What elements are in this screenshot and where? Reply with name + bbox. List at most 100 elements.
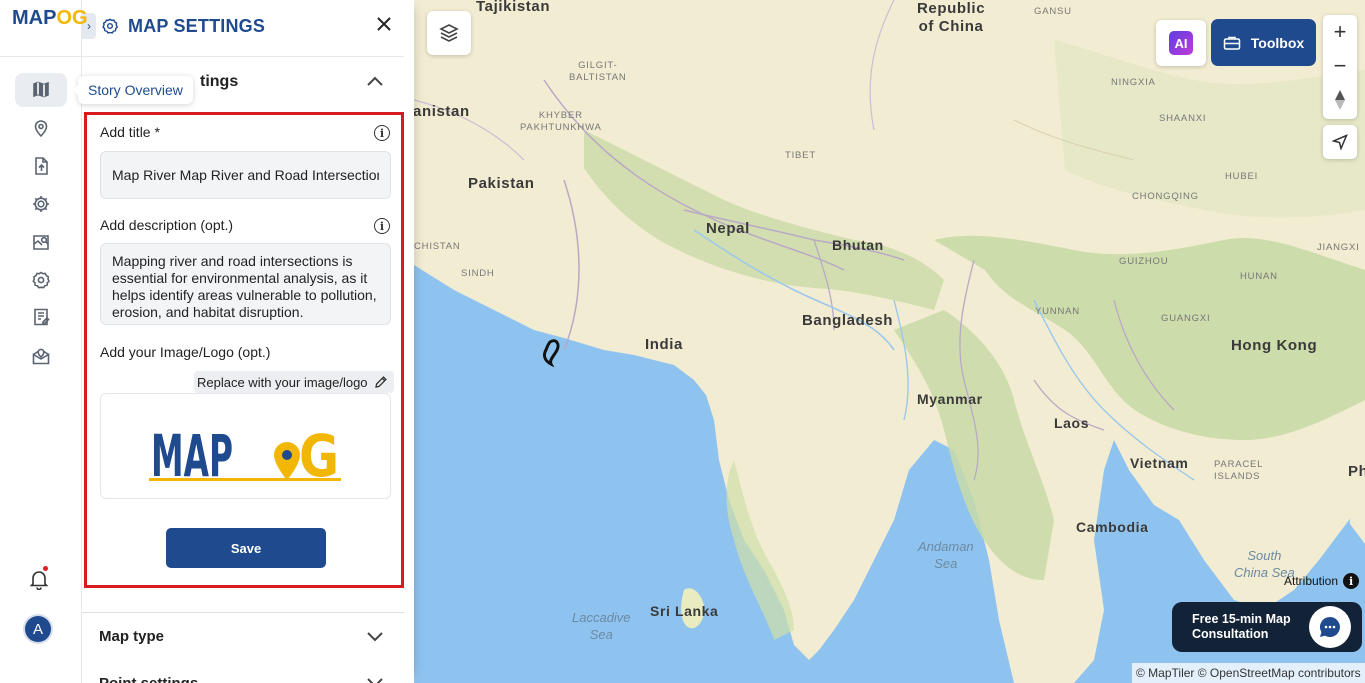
plus-icon: + — [1333, 19, 1347, 44]
point-settings-section-title[interactable]: Point settings — [99, 675, 198, 683]
map-label: GILGIT- BALTISTAN — [569, 60, 627, 83]
toolbox-label: Toolbox — [1250, 34, 1305, 51]
replace-image-button[interactable]: Replace with your image/logo — [194, 371, 394, 393]
story-overview-tooltip: Story Overview — [73, 76, 193, 104]
notification-bell-icon[interactable] — [28, 568, 50, 590]
map-label: Laos — [1054, 415, 1090, 431]
form-button[interactable] — [15, 300, 67, 334]
map-label: Andaman Sea — [918, 539, 974, 571]
user-avatar[interactable]: A — [25, 616, 51, 642]
map-label: NINGXIA — [1111, 77, 1156, 88]
mail-pin-icon — [32, 348, 50, 365]
basemap — [414, 0, 1365, 683]
briefcase-icon — [1223, 36, 1241, 50]
map-label: CHISTAN — [414, 241, 461, 252]
map-label: CHONGQING — [1132, 191, 1199, 202]
map-label: Hong Kong — [1231, 337, 1318, 354]
map-icon — [33, 81, 49, 98]
map-label: Ph — [1348, 463, 1365, 480]
map-label: JIANGXI — [1317, 242, 1360, 253]
location-button[interactable] — [15, 111, 67, 145]
description-label: Add description (opt.) — [100, 217, 234, 233]
map-settings-button[interactable] — [15, 263, 67, 297]
map-label: HUNAN — [1240, 271, 1278, 282]
map-label: Laccadive Sea — [572, 610, 631, 642]
map-label: Bhutan — [832, 237, 884, 253]
story-settings-section-title[interactable]: tings — [200, 73, 238, 91]
map-label: KHYBER PAKHTUNKHWA — [520, 110, 602, 133]
map-label: SHAANXI — [1159, 113, 1207, 124]
map-label: Bangladesh — [802, 312, 894, 329]
ai-icon: AI — [1169, 31, 1193, 55]
zoom-in-button[interactable]: + — [1323, 15, 1357, 49]
notification-dot — [43, 566, 48, 571]
file-upload-icon — [35, 157, 48, 175]
pencil-icon — [374, 376, 387, 388]
story-overview-button[interactable] — [15, 73, 67, 107]
description-input[interactable]: Mapping river and road intersections is … — [100, 243, 391, 325]
zoom-out-button[interactable]: − — [1323, 49, 1357, 83]
settings-button[interactable] — [15, 187, 67, 221]
gear-icon — [33, 196, 49, 212]
replace-image-label: Replace with your image/logo — [197, 374, 368, 390]
layers-button[interactable] — [427, 11, 471, 55]
compass-button[interactable] — [1323, 83, 1357, 117]
consultation-banner[interactable]: Free 15-min Map Consultation — [1172, 602, 1362, 652]
toolbox-button[interactable]: Toolbox — [1211, 19, 1316, 66]
app-root: MAPOG A Story Overview › MAP SETTINGS ti… — [0, 0, 1365, 683]
save-button[interactable]: Save — [166, 528, 326, 568]
map-label: Pakistan — [468, 175, 535, 192]
map-label: India — [645, 336, 684, 353]
close-icon[interactable] — [375, 15, 393, 33]
info-icon[interactable]: i — [374, 125, 390, 141]
map-label: Republic of China — [917, 0, 986, 35]
map-label: GUIZHOU — [1119, 256, 1169, 267]
map-label: Cambodia — [1076, 519, 1149, 535]
chat-bubble-icon — [1320, 617, 1340, 637]
map-gallery-button[interactable] — [15, 225, 67, 259]
story-settings-form: Add title * i Add description (opt.) i M… — [84, 112, 404, 588]
divider — [82, 612, 404, 613]
upload-button[interactable] — [15, 149, 67, 183]
chevron-down-icon[interactable] — [366, 676, 384, 683]
consultation-text: Free 15-min Map Consultation — [1192, 612, 1291, 641]
locate-button[interactable] — [1323, 125, 1357, 159]
map-label: TIBET — [785, 150, 816, 161]
location-pin-icon — [34, 120, 48, 138]
attribution-toggle[interactable]: Attribution i — [1284, 573, 1360, 589]
map-label: anistan — [414, 103, 470, 120]
panel-title: MAP SETTINGS — [128, 16, 266, 36]
share-button[interactable] — [15, 339, 67, 373]
attribution-label: Attribution — [1284, 574, 1339, 588]
layers-icon — [439, 24, 459, 42]
info-icon: i — [1343, 573, 1360, 589]
app-logo[interactable]: MAPOG — [12, 7, 88, 30]
ai-assistant-button[interactable]: AI — [1156, 20, 1206, 66]
compass-icon — [1335, 90, 1345, 110]
map-credit[interactable]: © MapTiler © OpenStreetMap contributors — [1132, 663, 1365, 683]
chevron-up-icon[interactable] — [366, 74, 384, 88]
divider — [0, 56, 82, 57]
map-label: HUBEI — [1225, 171, 1259, 182]
info-icon[interactable]: i — [374, 218, 390, 234]
logo-preview[interactable]: MAP G O — [100, 393, 391, 499]
title-label: Add title * — [100, 124, 160, 140]
map-label: YUNNAN — [1035, 306, 1080, 317]
chat-button[interactable] — [1309, 606, 1351, 648]
title-input[interactable] — [100, 151, 391, 199]
map-label: Sri Lanka — [650, 603, 719, 619]
map-label: Tajikistan — [476, 0, 551, 15]
zoom-controls: + − — [1323, 15, 1357, 119]
divider — [82, 56, 404, 57]
chevron-down-icon[interactable] — [366, 630, 384, 644]
map-label: GANSU — [1034, 6, 1072, 17]
cog-icon — [32, 271, 50, 289]
map-search-icon — [33, 235, 49, 250]
settings-gear-icon — [102, 18, 119, 34]
map-canvas[interactable]: Tajikistan Republic of China GANSU NINGX… — [414, 0, 1365, 683]
map-label: SINDH — [461, 268, 495, 279]
map-type-section-title[interactable]: Map type — [99, 628, 164, 645]
chevron-right-icon: › — [87, 19, 91, 33]
map-label: GUANGXI — [1161, 313, 1211, 324]
form-edit-icon — [34, 308, 50, 326]
